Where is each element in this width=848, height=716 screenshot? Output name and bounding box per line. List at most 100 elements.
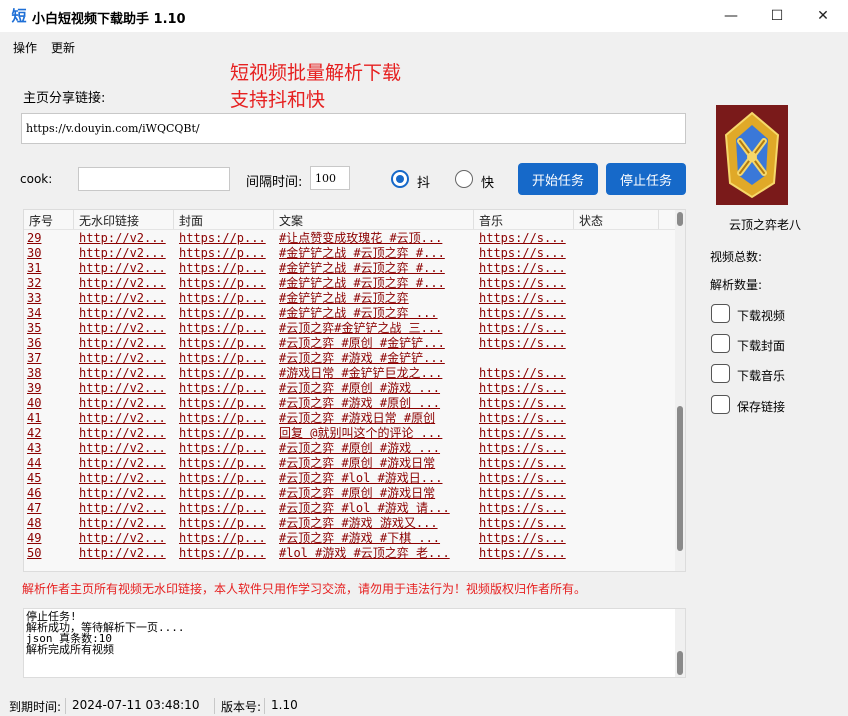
cell-caption[interactable]: #云顶之弈 #原创 #游戏 ... bbox=[279, 441, 471, 456]
col-header-video[interactable]: 无水印链接 bbox=[79, 212, 139, 229]
cell-music-link[interactable]: https://s... bbox=[479, 546, 571, 561]
cell-music-link[interactable]: https://s... bbox=[479, 456, 571, 471]
cell-cover-link[interactable]: https://p... bbox=[179, 336, 271, 351]
col-header-index[interactable]: 序号 bbox=[29, 212, 53, 229]
stop-task-button[interactable]: 停止任务 bbox=[606, 163, 686, 195]
cell-cover-link[interactable]: https://p... bbox=[179, 426, 271, 441]
cell-music-link[interactable]: https://s... bbox=[479, 336, 571, 351]
cell-music-link[interactable]: https://s... bbox=[479, 531, 571, 546]
cell-music-link[interactable]: https://s... bbox=[479, 411, 571, 426]
cell-cover-link[interactable]: https://p... bbox=[179, 351, 271, 366]
cell-cover-link[interactable]: https://p... bbox=[179, 471, 271, 486]
cell-caption[interactable]: #云顶之弈 #游戏日常 #原创 bbox=[279, 411, 471, 426]
table-row[interactable]: 46 http://v2... https://p... #云顶之弈 #原创 #游戏日… bbox=[24, 486, 676, 501]
cell-video-link[interactable]: http://v2... bbox=[79, 426, 171, 441]
cell-music-link[interactable]: https://s... bbox=[479, 306, 571, 321]
interval-input[interactable]: 100 bbox=[310, 166, 350, 190]
cell-video-link[interactable]: http://v2... bbox=[79, 231, 171, 246]
cell-cover-link[interactable]: https://p... bbox=[179, 486, 271, 501]
cell-caption[interactable]: #云顶之弈 #原创 #游戏日常 bbox=[279, 456, 471, 471]
table-row[interactable]: 31 http://v2... https://p... #金铲铲之战 #云顶之弈 #… bbox=[24, 261, 676, 276]
cell-music-link[interactable]: https://s... bbox=[479, 381, 571, 396]
cell-video-link[interactable]: http://v2... bbox=[79, 306, 171, 321]
cell-cover-link[interactable]: https://p... bbox=[179, 291, 271, 306]
table-row[interactable]: 41 http://v2... https://p... #云顶之弈 #游戏日常 #原… bbox=[24, 411, 676, 426]
table-row[interactable]: 29 http://v2... https://p... #让点赞变成玫瑰花 #云顶.… bbox=[24, 231, 676, 246]
cell-cover-link[interactable]: https://p... bbox=[179, 516, 271, 531]
share-link-input[interactable]: https://v.douyin.com/iWQCQBt/ bbox=[21, 113, 686, 144]
table-row[interactable]: 33 http://v2... https://p... #金铲铲之战 #云顶之弈 ht… bbox=[24, 291, 676, 306]
cell-cover-link[interactable]: https://p... bbox=[179, 261, 271, 276]
maximize-button[interactable]: ☐ bbox=[754, 0, 800, 32]
table-row[interactable]: 39 http://v2... https://p... #云顶之弈 #原创 #游戏 … bbox=[24, 381, 676, 396]
radio-douyin[interactable] bbox=[391, 170, 409, 188]
minimize-button[interactable]: — bbox=[708, 0, 754, 32]
cell-caption[interactable]: #云顶之弈#金铲铲之战 三... bbox=[279, 321, 471, 336]
table-scrollbar[interactable] bbox=[675, 210, 685, 571]
cell-music-link[interactable]: https://s... bbox=[479, 441, 571, 456]
cook-input[interactable] bbox=[78, 167, 230, 191]
cell-video-link[interactable]: http://v2... bbox=[79, 246, 171, 261]
table-row[interactable]: 37 http://v2... https://p... #云顶之弈 #游戏 #金铲铲… bbox=[24, 351, 676, 366]
cell-cover-link[interactable]: https://p... bbox=[179, 366, 271, 381]
cell-caption[interactable]: #云顶之弈 #原创 #游戏 ... bbox=[279, 381, 471, 396]
table-scroll-up[interactable] bbox=[677, 212, 683, 226]
cell-caption[interactable]: #云顶之弈 #lol #游戏 请... bbox=[279, 501, 471, 516]
table-row[interactable]: 43 http://v2... https://p... #云顶之弈 #原创 #游戏 … bbox=[24, 441, 676, 456]
cell-video-link[interactable]: http://v2... bbox=[79, 411, 171, 426]
cell-caption[interactable]: #金铲铲之战 #云顶之弈 #... bbox=[279, 261, 471, 276]
cell-music-link[interactable]: https://s... bbox=[479, 366, 571, 381]
cell-video-link[interactable]: http://v2... bbox=[79, 486, 171, 501]
cell-caption[interactable]: #云顶之弈 #原创 #游戏日常 bbox=[279, 486, 471, 501]
cell-caption[interactable]: #金铲铲之战 #云顶之弈 ... bbox=[279, 306, 471, 321]
radio-kuaishou[interactable] bbox=[455, 170, 473, 188]
cell-music-link[interactable]: https://s... bbox=[479, 291, 571, 306]
cell-cover-link[interactable]: https://p... bbox=[179, 321, 271, 336]
cell-video-link[interactable]: http://v2... bbox=[79, 291, 171, 306]
save-links-checkbox[interactable] bbox=[711, 395, 730, 414]
cell-cover-link[interactable]: https://p... bbox=[179, 246, 271, 261]
table-row[interactable]: 50 http://v2... https://p... #lol #游戏 #云顶之弈… bbox=[24, 546, 676, 561]
cell-music-link[interactable]: https://s... bbox=[479, 516, 571, 531]
cell-music-link[interactable]: https://s... bbox=[479, 471, 571, 486]
cell-video-link[interactable]: http://v2... bbox=[79, 276, 171, 291]
table-row[interactable]: 34 http://v2... https://p... #金铲铲之战 #云顶之弈 .… bbox=[24, 306, 676, 321]
cell-video-link[interactable]: http://v2... bbox=[79, 456, 171, 471]
log-scrollbar[interactable] bbox=[675, 609, 685, 677]
table-row[interactable]: 40 http://v2... https://p... #云顶之弈 #游戏 #原创 … bbox=[24, 396, 676, 411]
cell-caption[interactable]: #云顶之弈 #lol #游戏日... bbox=[279, 471, 471, 486]
cell-video-link[interactable]: http://v2... bbox=[79, 441, 171, 456]
download-cover-checkbox[interactable] bbox=[711, 334, 730, 353]
table-row[interactable]: 38 http://v2... https://p... #游戏日常 #金铲铲巨龙之.… bbox=[24, 366, 676, 381]
cell-video-link[interactable]: http://v2... bbox=[79, 471, 171, 486]
cell-video-link[interactable]: http://v2... bbox=[79, 336, 171, 351]
col-header-music[interactable]: 音乐 bbox=[479, 212, 503, 229]
col-header-cover[interactable]: 封面 bbox=[179, 212, 203, 229]
cell-music-link[interactable]: https://s... bbox=[479, 261, 571, 276]
col-header-text[interactable]: 文案 bbox=[279, 212, 303, 229]
download-video-checkbox[interactable] bbox=[711, 304, 730, 323]
cell-caption[interactable]: #云顶之弈 #原创 #金铲铲... bbox=[279, 336, 471, 351]
col-header-status[interactable]: 状态 bbox=[579, 212, 603, 229]
cell-cover-link[interactable]: https://p... bbox=[179, 546, 271, 561]
cell-video-link[interactable]: http://v2... bbox=[79, 261, 171, 276]
cell-caption[interactable]: #金铲铲之战 #云顶之弈 #... bbox=[279, 276, 471, 291]
cell-cover-link[interactable]: https://p... bbox=[179, 531, 271, 546]
cell-video-link[interactable]: http://v2... bbox=[79, 516, 171, 531]
cell-caption[interactable]: #让点赞变成玫瑰花 #云顶... bbox=[279, 231, 471, 246]
cell-caption[interactable]: #云顶之弈 #游戏 #金铲铲... bbox=[279, 351, 471, 366]
cell-cover-link[interactable]: https://p... bbox=[179, 456, 271, 471]
cell-video-link[interactable]: http://v2... bbox=[79, 501, 171, 516]
table-row[interactable]: 36 http://v2... https://p... #云顶之弈 #原创 #金铲铲… bbox=[24, 336, 676, 351]
cell-caption[interactable]: #游戏日常 #金铲铲巨龙之... bbox=[279, 366, 471, 381]
cell-video-link[interactable]: http://v2... bbox=[79, 321, 171, 336]
cell-caption[interactable]: #云顶之弈 #游戏 #下棋 ... bbox=[279, 531, 471, 546]
cell-caption[interactable]: #金铲铲之战 #云顶之弈 #... bbox=[279, 246, 471, 261]
table-row[interactable]: 48 http://v2... https://p... #云顶之弈 #游戏 游戏又.… bbox=[24, 516, 676, 531]
cell-caption[interactable]: #云顶之弈 #游戏 游戏又... bbox=[279, 516, 471, 531]
cell-cover-link[interactable]: https://p... bbox=[179, 411, 271, 426]
table-row[interactable]: 44 http://v2... https://p... #云顶之弈 #原创 #游戏日… bbox=[24, 456, 676, 471]
cell-music-link[interactable]: https://s... bbox=[479, 501, 571, 516]
cell-cover-link[interactable]: https://p... bbox=[179, 501, 271, 516]
cell-music-link[interactable]: https://s... bbox=[479, 246, 571, 261]
